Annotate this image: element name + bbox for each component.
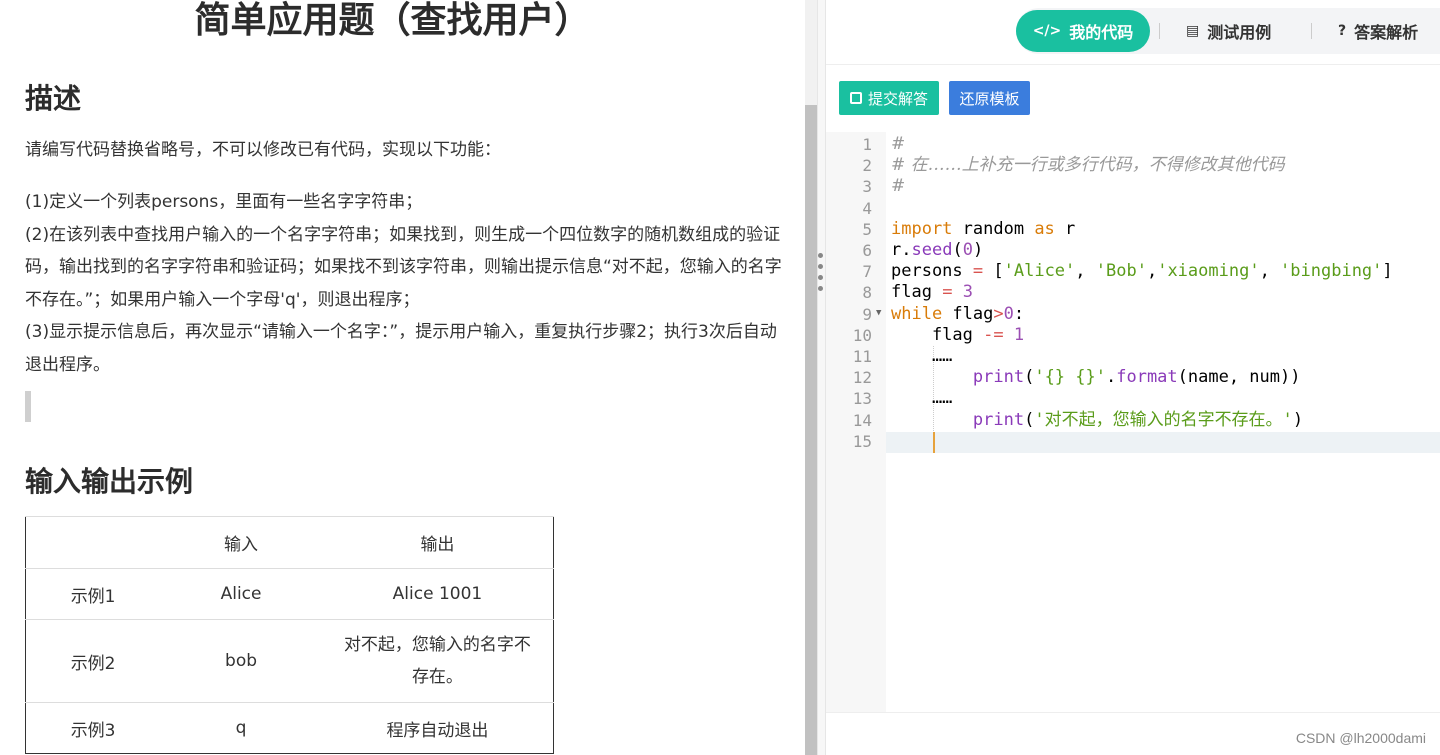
fold-toggle-icon[interactable]: ▼ bbox=[876, 308, 881, 318]
table-row: 示例3 q 程序自动退出 bbox=[25, 702, 554, 754]
code-line-14: print('对不起，您输入的名字不存在。') bbox=[972, 410, 1304, 430]
save-icon bbox=[849, 92, 862, 104]
code-line-8: flag = 3 bbox=[891, 282, 973, 302]
line-number: 11 bbox=[852, 347, 872, 366]
table-header-row: 输入 输出 bbox=[25, 516, 554, 569]
tab-answer-analysis[interactable]: ? 答案解析 bbox=[1338, 8, 1418, 54]
line-number: 8 bbox=[862, 283, 872, 302]
footer-divider bbox=[826, 712, 1440, 713]
problem-title: 简单应用题（查找用户） bbox=[194, 0, 591, 41]
text-cursor bbox=[933, 432, 935, 453]
line-number: 7 bbox=[862, 262, 872, 281]
io-heading: 输入输出示例 bbox=[25, 465, 194, 498]
line-number: 12 bbox=[852, 368, 872, 387]
question-icon: ? bbox=[1338, 23, 1347, 39]
table-cell: 示例1 bbox=[25, 568, 161, 620]
line-number: 6 bbox=[862, 241, 872, 260]
table-cell: 程序自动退出 bbox=[321, 702, 554, 754]
description-item-2: (2)在该列表中查找用户输入的一个名字字符串；如果找到，则生成一个四位数字的随机… bbox=[25, 224, 782, 310]
table-cell: Alice 1001 bbox=[321, 568, 554, 620]
description-heading: 描述 bbox=[25, 82, 82, 115]
description-list: (1)定义一个列表persons，里面有一些名字字符串； (2)在该列表中查找用… bbox=[25, 186, 785, 382]
table-cell: 对不起，您输入的名字不存在。 bbox=[321, 619, 554, 703]
description-intro: 请编写代码替换省略号，不可以修改已有代码，实现以下功能： bbox=[25, 140, 501, 160]
code-line-3: # bbox=[891, 176, 906, 196]
code-line-1: # bbox=[891, 134, 906, 154]
reset-template-button[interactable]: 还原模板 bbox=[949, 81, 1030, 115]
line-number: 13 bbox=[852, 389, 872, 408]
line-number: 5 bbox=[862, 220, 872, 239]
problem-pane: 简单应用题（查找用户） 描述 请编写代码替换省略号，不可以修改已有代码，实现以下… bbox=[0, 0, 805, 755]
code-icon: </> bbox=[1032, 23, 1062, 39]
table-cell: q bbox=[160, 702, 322, 754]
tab-label: 答案解析 bbox=[1354, 23, 1419, 42]
code-line-6: r.seed(0) bbox=[891, 240, 984, 260]
description-item-1: (1)定义一个列表persons，里面有一些名字字符串； bbox=[25, 192, 423, 212]
tab-test-cases[interactable]: ▤ 测试用例 bbox=[1186, 8, 1271, 54]
io-example-table: 输入 输出 示例1 Alice Alice 1001 示例2 bob 对不起，您… bbox=[25, 516, 554, 754]
line-number: 14 bbox=[852, 411, 872, 430]
header-divider bbox=[826, 64, 1440, 65]
table-header-cell bbox=[25, 516, 161, 569]
table-cell: bob bbox=[160, 619, 322, 703]
line-number: 15 bbox=[852, 432, 872, 451]
table-row: 示例2 bob 对不起，您输入的名字不存在。 bbox=[25, 619, 554, 703]
code-line-10: flag -= 1 bbox=[891, 325, 1025, 345]
table-cell: 示例3 bbox=[25, 702, 161, 754]
submit-answer-button[interactable]: 提交解答 bbox=[839, 81, 939, 115]
code-line-9: while flag>0: bbox=[891, 304, 1025, 324]
code-line-11: …… bbox=[891, 346, 953, 366]
code-editor[interactable]: 1 2 3 4 5 6 7 8 9 10 11 12 13 14 15 ▼ # … bbox=[826, 132, 1440, 712]
line-number: 2 bbox=[862, 156, 872, 175]
code-line-12: print('{} {}'.format(name, num)) bbox=[972, 367, 1301, 387]
tab-my-code[interactable]: </> 我的代码 bbox=[1016, 10, 1150, 52]
line-number: 10 bbox=[852, 326, 872, 345]
watermark: CSDN @lh2000dami bbox=[1295, 730, 1426, 746]
reset-template-label: 还原模板 bbox=[959, 89, 1020, 108]
tab-label: 我的代码 bbox=[1069, 23, 1134, 42]
problem-scrollbar-thumb[interactable] bbox=[805, 105, 817, 755]
code-pane: </> 我的代码 ▤ 测试用例 ? 答案解析 提交解答 还原模板 1 2 3 4… bbox=[826, 0, 1440, 755]
code-tabbar: </> 我的代码 ▤ 测试用例 ? 答案解析 bbox=[1016, 8, 1440, 54]
submit-answer-label: 提交解答 bbox=[867, 89, 928, 108]
active-line-highlight bbox=[886, 432, 1440, 454]
line-number: 1 bbox=[862, 135, 872, 154]
code-line-2: # 在……上补充一行或多行代码，不得修改其他代码 bbox=[891, 155, 1285, 175]
blockquote-bar bbox=[25, 391, 31, 422]
line-number: 9 bbox=[862, 305, 872, 324]
table-row: 示例1 Alice Alice 1001 bbox=[25, 568, 554, 620]
line-number: 4 bbox=[862, 199, 872, 218]
tab-label: 测试用例 bbox=[1207, 23, 1272, 42]
tab-divider bbox=[1159, 23, 1160, 39]
code-line-13: …… bbox=[891, 388, 953, 408]
description-item-3: (3)显示提示信息后，再次显示“请输入一个名字：”，提示用户输入，重复执行步骤2… bbox=[25, 322, 777, 375]
table-cell: 示例2 bbox=[25, 619, 161, 703]
line-number: 3 bbox=[862, 177, 872, 196]
tab-divider bbox=[1311, 23, 1312, 39]
list-icon: ▤ bbox=[1186, 23, 1200, 39]
table-header-cell: 输出 bbox=[321, 516, 554, 569]
table-cell: Alice bbox=[160, 568, 322, 620]
pane-resize-handle[interactable] bbox=[817, 0, 826, 755]
table-header-cell: 输入 bbox=[160, 516, 322, 569]
code-line-7: persons = ['Alice', 'Bob','xiaoming', 'b… bbox=[891, 261, 1393, 281]
drag-handle-icon[interactable] bbox=[818, 253, 824, 297]
code-line-5: import random as r bbox=[891, 219, 1076, 239]
